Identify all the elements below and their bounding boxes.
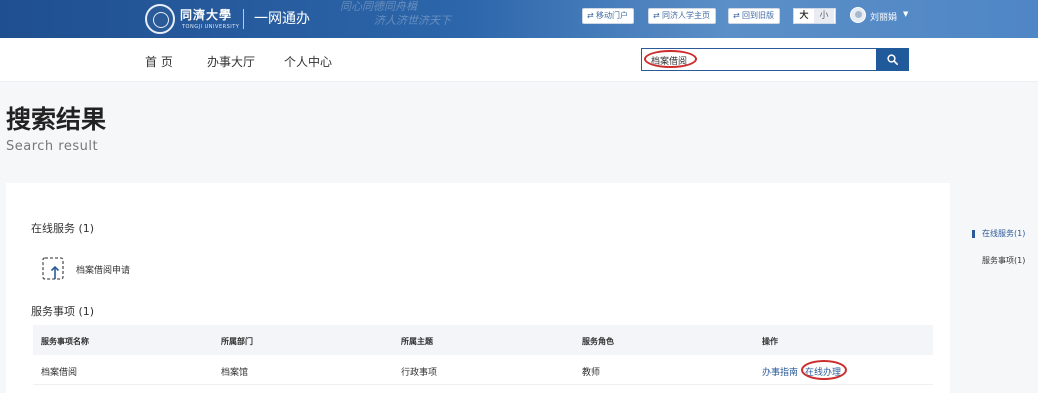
font-size-toggle: 大小 [793, 8, 836, 24]
search-icon [887, 54, 898, 65]
nav-item-personal-center[interactable]: 个人中心 [284, 53, 332, 70]
link-icon: ⇄ [733, 11, 740, 20]
link-icon: ⇄ [587, 11, 594, 20]
site-name[interactable]: 一网通办 [254, 8, 310, 28]
search-input[interactable] [642, 50, 876, 71]
search-button[interactable] [876, 48, 909, 71]
user-avatar[interactable] [850, 7, 866, 23]
column-header-role: 服务角色 [582, 337, 614, 346]
online-apply-link[interactable]: 在线办理 [805, 365, 841, 378]
cell-theme: 行政事项 [401, 368, 438, 378]
nav-item-home[interactable]: 首 页 [145, 53, 173, 70]
old-version-link[interactable]: ⇄ 回到旧版 [728, 8, 780, 24]
column-header-theme: 所属主题 [401, 337, 433, 346]
university-name-logo[interactable]: 同濟大學 [180, 6, 232, 23]
logo-divider [243, 9, 244, 29]
tongji-homepage-label: 同济人学主页 [662, 11, 710, 20]
side-item-online-services[interactable]: 在线服务(1) [982, 228, 1025, 239]
slogan-line-1: 同心同德同舟楫 [340, 0, 417, 13]
slogan-line-2: 济人济世济天下 [374, 14, 451, 27]
font-small-button[interactable]: 小 [814, 9, 834, 23]
mobile-portal-link[interactable]: ⇄ 移动门户 [582, 8, 634, 24]
guide-link[interactable]: 办事指南 [762, 365, 798, 378]
side-item-service-items[interactable]: 服务事项(1) [982, 255, 1025, 266]
chevron-down-icon[interactable]: ▼ [903, 10, 908, 18]
service-items-heading: 服务事项 (1) [31, 305, 95, 318]
online-service-item-archive-borrow[interactable]: 档案借阅申请 [76, 263, 130, 276]
page-subtitle: Search result [6, 139, 99, 154]
cell-name: 档案借阅 [41, 368, 78, 378]
mobile-portal-label: 移动门户 [596, 11, 628, 20]
apply-upload-icon[interactable] [42, 257, 64, 281]
university-seal-logo[interactable] [145, 4, 175, 34]
search-box [641, 48, 877, 71]
page-title: 搜索结果 [6, 105, 107, 134]
cell-role: 教师 [582, 368, 601, 378]
cell-department: 档案馆 [221, 368, 249, 378]
table-header: 服务事项名称 所属部门 所属主题 服务角色 操作 [33, 325, 933, 355]
online-services-heading: 在线服务 (1) [31, 222, 95, 235]
nav-item-service-hall[interactable]: 办事大厅 [207, 53, 255, 70]
table-row: 档案借阅 档案馆 行政事项 教师 办事指南 在线办理 [33, 355, 933, 385]
tongji-homepage-link[interactable]: ⇄ 同济人学主页 [648, 8, 716, 24]
results-card: 在线服务 (1) 档案借阅申请 服务事项 (1) 服务事项名称 所属部门 所属主… [6, 183, 950, 393]
column-header-department: 所属部门 [221, 337, 253, 346]
top-header-bar: 同濟大學 TONGJI UNIVERSITY 一网通办 同心同德同舟楫 济人济世… [0, 0, 1038, 38]
user-name[interactable]: 刘丽娟 [870, 10, 897, 23]
header-slogan: 同心同德同舟楫 济人济世济天下 [340, 0, 451, 28]
side-active-indicator [972, 230, 975, 238]
column-header-name: 服务事项名称 [41, 337, 89, 346]
old-version-label: 回到旧版 [742, 11, 774, 20]
university-english-name: TONGJI UNIVERSITY [182, 24, 240, 30]
font-large-button[interactable]: 大 [794, 9, 814, 23]
column-header-actions: 操作 [762, 337, 778, 346]
link-icon: ⇄ [653, 11, 660, 20]
main-nav: 首 页 办事大厅 个人中心 [0, 38, 1038, 82]
